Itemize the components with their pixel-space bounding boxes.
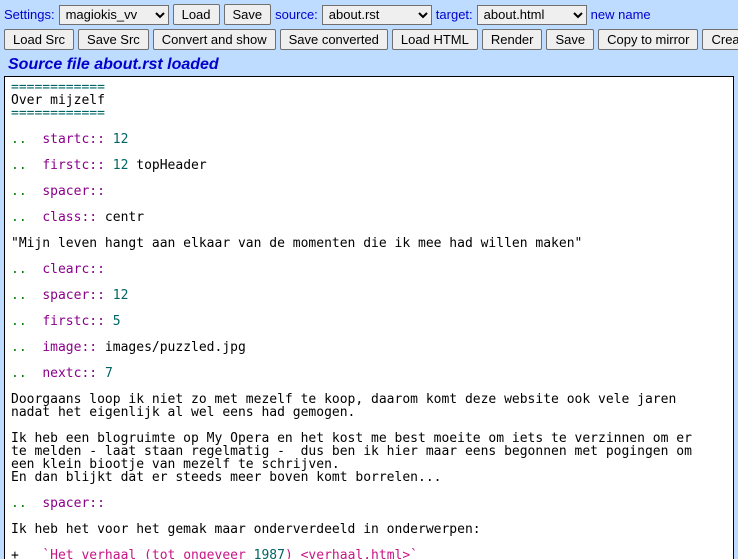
- toolbar-row-1: Settings: magiokis_vv Load Save source: …: [4, 4, 734, 25]
- copy-mirror-button[interactable]: Copy to mirror: [598, 29, 698, 50]
- toolbar-row-2: Load Src Save Src Convert and show Save …: [4, 29, 734, 50]
- source-editor[interactable]: ============ Over mijzelf ============ .…: [5, 77, 733, 559]
- load-button[interactable]: Load: [173, 4, 220, 25]
- source-label: source:: [275, 7, 318, 22]
- load-src-button[interactable]: Load Src: [4, 29, 74, 50]
- convert-show-button[interactable]: Convert and show: [153, 29, 276, 50]
- target-label: target:: [436, 7, 473, 22]
- save-button[interactable]: Save: [224, 4, 272, 25]
- save-html-button[interactable]: Save: [546, 29, 594, 50]
- target-select[interactable]: about.html: [477, 5, 587, 25]
- load-html-button[interactable]: Load HTML: [392, 29, 478, 50]
- source-select[interactable]: about.rst: [322, 5, 432, 25]
- editor-frame: ============ Over mijzelf ============ .…: [4, 76, 734, 559]
- render-button[interactable]: Render: [482, 29, 543, 50]
- new-name-link[interactable]: new name: [591, 7, 651, 22]
- save-converted-button[interactable]: Save converted: [280, 29, 388, 50]
- settings-label: Settings:: [4, 7, 55, 22]
- status-message: Source file about.rst loaded: [0, 56, 738, 76]
- toolbar: Settings: magiokis_vv Load Save source: …: [0, 0, 738, 56]
- settings-select[interactable]: magiokis_vv: [59, 5, 169, 25]
- save-src-button[interactable]: Save Src: [78, 29, 149, 50]
- create-button[interactable]: Create: [702, 29, 738, 50]
